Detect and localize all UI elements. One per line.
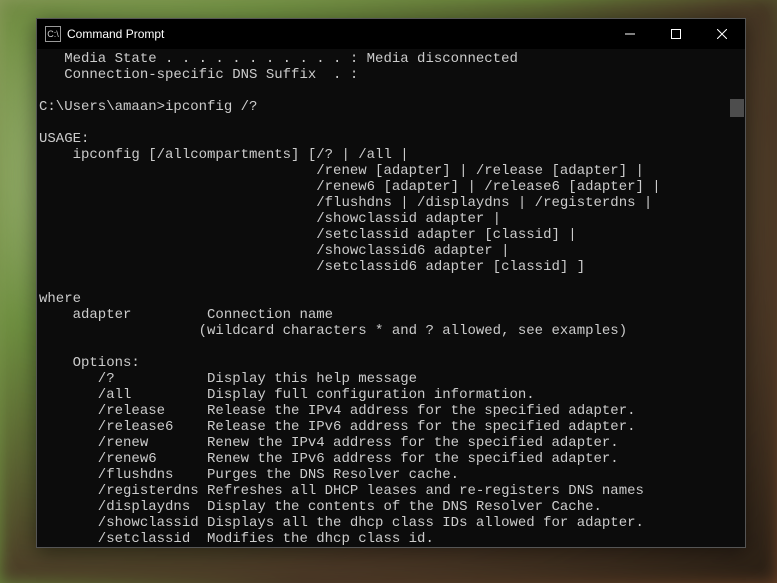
window-controls bbox=[607, 19, 745, 49]
window-title: Command Prompt bbox=[67, 27, 607, 41]
cmd-icon: C:\ bbox=[45, 26, 61, 42]
scrollbar-thumb[interactable] bbox=[730, 99, 744, 117]
maximize-icon bbox=[671, 29, 681, 39]
terminal-output[interactable]: Media State . . . . . . . . . . . : Medi… bbox=[37, 49, 745, 547]
titlebar[interactable]: C:\ Command Prompt bbox=[37, 19, 745, 49]
scrollbar-track[interactable] bbox=[730, 49, 744, 546]
maximize-button[interactable] bbox=[653, 19, 699, 49]
minimize-button[interactable] bbox=[607, 19, 653, 49]
command-prompt-window: C:\ Command Prompt Media State . . . . .… bbox=[36, 18, 746, 548]
minimize-icon bbox=[625, 29, 635, 39]
close-button[interactable] bbox=[699, 19, 745, 49]
close-icon bbox=[717, 29, 727, 39]
